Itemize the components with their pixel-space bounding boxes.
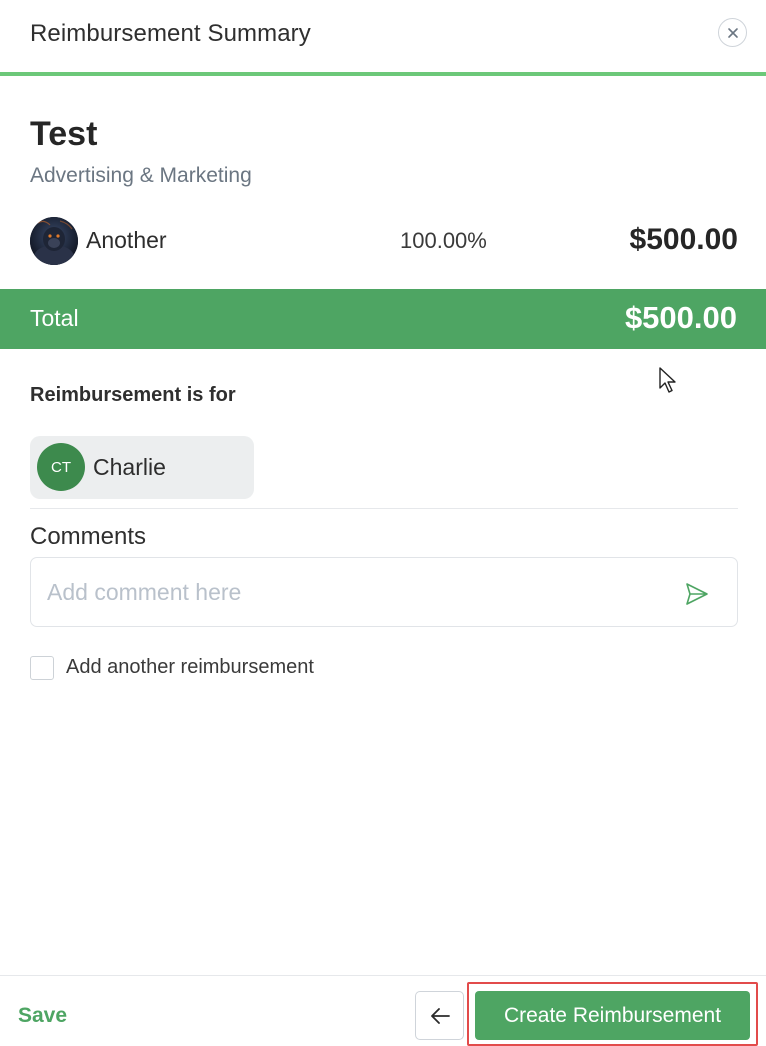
reimbursement-for-label: Reimbursement is for (30, 384, 236, 406)
add-another-checkbox[interactable] (30, 656, 54, 680)
total-label: Total (30, 305, 79, 331)
total-bar: Total $500.00 (0, 289, 766, 349)
comment-box (30, 557, 738, 627)
create-reimbursement-button[interactable]: Create Reimbursement (475, 991, 750, 1040)
allocation-name: Another (86, 227, 167, 253)
total-amount: $500.00 (624, 300, 737, 335)
close-icon (727, 27, 738, 38)
reimbursee-chip[interactable]: CT Charlie (30, 436, 254, 499)
allocation-percentage: 100.00% (400, 228, 487, 253)
comment-input[interactable] (47, 575, 667, 609)
avatar (30, 217, 78, 265)
mouse-pointer-icon (659, 367, 676, 393)
comments-label: Comments (30, 523, 147, 550)
expense-title: Test (30, 115, 98, 153)
send-icon (686, 583, 708, 605)
initials-avatar: CT (37, 443, 85, 491)
footer-divider (0, 975, 766, 976)
send-comment-button[interactable] (683, 580, 711, 608)
save-button[interactable]: Save (18, 1004, 67, 1028)
back-button[interactable] (415, 991, 464, 1040)
add-another-label[interactable]: Add another reimbursement (66, 656, 314, 679)
panel-title: Reimbursement Summary (30, 20, 311, 47)
panel-header: Reimbursement Summary (0, 0, 766, 76)
arrow-left-icon (430, 1007, 450, 1024)
expense-category: Advertising & Marketing (30, 164, 252, 187)
divider (30, 508, 738, 509)
reimbursee-name: Charlie (93, 454, 166, 480)
reimbursement-summary-panel: Reimbursement Summary Test Advertising &… (0, 0, 766, 1046)
allocation-amount: $500.00 (629, 223, 738, 256)
close-button[interactable] (718, 18, 747, 47)
allocation-row: Another 100.00% $500.00 (30, 216, 738, 266)
